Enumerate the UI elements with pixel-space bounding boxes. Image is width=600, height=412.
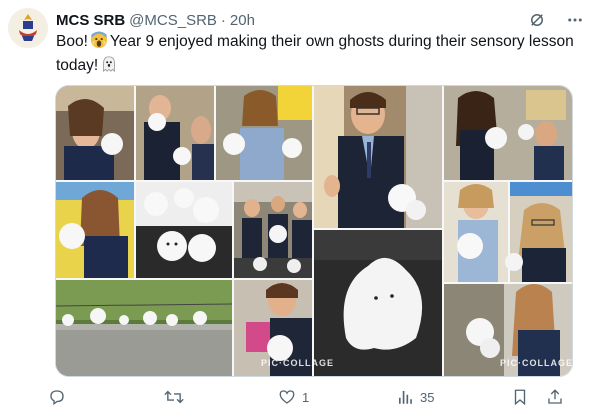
grok-icon[interactable] [528, 11, 546, 29]
tweet-header: MCS SRB @MCS_SRB · 20h [56, 10, 584, 30]
account-handle[interactable]: @MCS_SRB [129, 12, 217, 29]
like-button[interactable]: 1 [278, 388, 396, 406]
avatar[interactable] [8, 8, 48, 48]
photo-girl-ghost-2 [216, 86, 312, 180]
views-button[interactable]: 35 [396, 388, 512, 406]
views-count: 35 [420, 389, 435, 405]
more-icon[interactable] [566, 11, 584, 29]
photo-girl-ghost-4 [56, 182, 134, 278]
photo-girl-ghost-3 [444, 86, 572, 180]
account-name[interactable]: MCS SRB [56, 12, 125, 29]
photo-boy-ghost-1 [136, 86, 214, 180]
screaming-face-emoji-icon [90, 31, 108, 55]
photo-boy-thumbs-up [314, 86, 442, 228]
share-icon [546, 388, 564, 406]
reply-icon [48, 388, 66, 406]
photo-girl-glasses [505, 182, 572, 282]
bookmark-icon [512, 388, 528, 406]
retweet-button[interactable] [164, 388, 278, 406]
ghost-emoji-icon [100, 55, 118, 79]
views-icon [396, 388, 414, 406]
photo-girl-ghost-1 [56, 86, 134, 180]
tweet-text-part1: Boo! [56, 33, 88, 50]
photo-ghosts-on-wall [56, 280, 233, 376]
tweet-text-part2: Year 9 enjoyed making their own ghosts d… [56, 33, 574, 74]
like-count: 1 [302, 389, 310, 405]
photo-ghost-closeup [314, 230, 442, 376]
like-icon [278, 388, 296, 406]
bookmark-button[interactable] [512, 388, 546, 406]
share-button[interactable] [546, 388, 570, 406]
retweet-icon [164, 388, 184, 406]
photo-ghosts-on-tray [136, 182, 232, 278]
separator-dot: · [220, 11, 226, 29]
tweet-action-bar: 1 35 [48, 386, 578, 408]
tweet-time[interactable]: 20h [230, 12, 255, 29]
photo-girl-ghost-5 [444, 182, 508, 282]
watermark-pic-collage-2: PIC·COLLAGE [500, 358, 573, 368]
tweet-text: Boo! Year 9 enjoyed making their own ghos… [56, 31, 576, 79]
watermark-pic-collage-1: PIC·COLLAGE [261, 358, 334, 368]
reply-button[interactable] [48, 388, 164, 406]
photo-collage[interactable]: PIC·COLLAGE PIC·COLLAGE [55, 85, 573, 377]
photo-classroom-students [234, 182, 312, 278]
collage-photos [56, 86, 572, 376]
school-logo-icon [8, 8, 48, 48]
